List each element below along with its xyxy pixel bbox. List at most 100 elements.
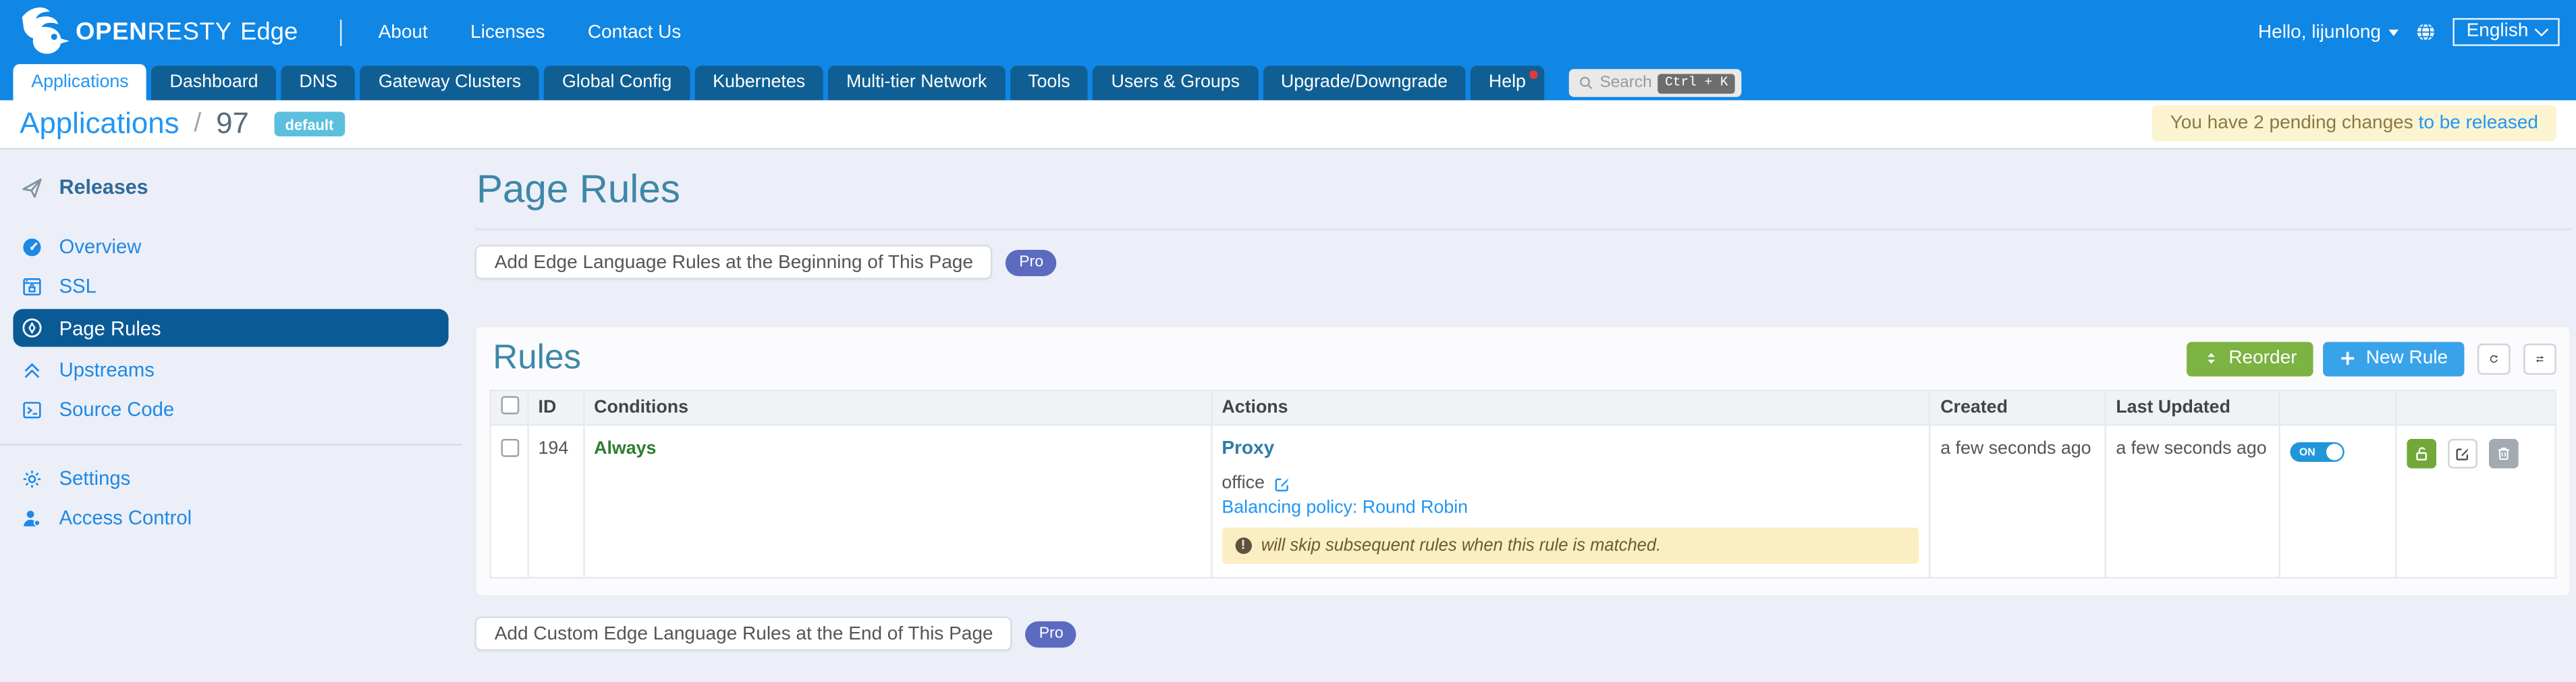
notification-dot bbox=[1530, 71, 1537, 78]
sidebar-item-source-code[interactable]: Source Code bbox=[0, 390, 462, 429]
globe-icon bbox=[2415, 22, 2437, 43]
tab-global-config[interactable]: Global Config bbox=[544, 65, 690, 100]
exclamation-icon: ! bbox=[1235, 537, 1251, 554]
openresty-logo[interactable]: OPENRESTY Edge bbox=[16, 6, 298, 59]
rules-actions: Reorder New Rule bbox=[2186, 341, 2556, 375]
content-area: Releases Overview SSL Page Rules Upstrea… bbox=[0, 150, 2576, 682]
sidebar: Releases Overview SSL Page Rules Upstrea… bbox=[0, 150, 462, 682]
tab-help[interactable]: Help bbox=[1471, 65, 1544, 100]
row-action-buttons bbox=[2407, 439, 2545, 469]
compare-button[interactable] bbox=[2523, 343, 2556, 374]
refresh-icon bbox=[2489, 349, 2499, 367]
rule-conditions: Always bbox=[594, 439, 656, 458]
rule-actions-cell: Proxy office Balancing policy: Round Rob… bbox=[1211, 425, 1930, 577]
header-divider bbox=[341, 19, 342, 45]
breadcrumb: Applications / 97 default bbox=[20, 107, 345, 141]
refresh-button[interactable] bbox=[2477, 343, 2511, 374]
subheader: Applications / 97 default You have 2 pen… bbox=[0, 100, 2576, 149]
sidebar-item-label: Page Rules bbox=[59, 317, 161, 340]
select-all-checkbox[interactable] bbox=[501, 396, 519, 415]
tab-applications[interactable]: Applications bbox=[13, 64, 146, 101]
column-header-actions: Actions bbox=[1211, 390, 1930, 425]
user-icon bbox=[22, 507, 43, 529]
add-edge-rules-beginning-button[interactable]: Add Edge Language Rules at the Beginning… bbox=[475, 245, 993, 280]
sidebar-item-page-rules[interactable]: Page Rules bbox=[13, 309, 448, 347]
tab-dns[interactable]: DNS bbox=[281, 65, 356, 100]
gear-icon bbox=[22, 468, 43, 490]
tab-kubernetes[interactable]: Kubernetes bbox=[694, 65, 823, 100]
sidebar-item-label: Settings bbox=[59, 467, 131, 490]
sidebar-item-access-control[interactable]: Access Control bbox=[0, 498, 462, 537]
header-nav: About Licenses Contact Us bbox=[379, 22, 682, 42]
pro-badge: Pro bbox=[1026, 621, 1076, 647]
column-header-toggle bbox=[2279, 390, 2396, 425]
brand-product: Edge bbox=[240, 18, 298, 46]
breadcrumb-app-id: 97 bbox=[216, 107, 249, 141]
skip-rules-note: ! will skip subsequent rules when this r… bbox=[1222, 527, 1919, 564]
tab-gateway-clusters[interactable]: Gateway Clusters bbox=[360, 65, 539, 100]
delete-rule-button[interactable] bbox=[2489, 439, 2519, 469]
unlock-icon bbox=[2413, 446, 2430, 462]
to-be-released-link[interactable]: to be released bbox=[2419, 113, 2538, 133]
rules-table: ID Conditions Actions Created Last Updat… bbox=[489, 390, 2556, 579]
pending-changes-text: You have 2 pending changes bbox=[2170, 113, 2413, 133]
title-divider bbox=[475, 228, 2571, 230]
sidebar-item-upstreams[interactable]: Upstreams bbox=[0, 350, 462, 390]
top-bar: OPENRESTY Edge About Licenses Contact Us… bbox=[0, 0, 2576, 64]
chevrons-up-icon bbox=[22, 359, 43, 381]
sidebar-item-label: Releases bbox=[59, 176, 148, 199]
rule-created: a few seconds ago bbox=[1929, 425, 2105, 577]
column-header-created: Created bbox=[1929, 390, 2105, 425]
sidebar-item-ssl[interactable]: SSL bbox=[0, 266, 462, 305]
search-input[interactable]: Search Ctrl + K bbox=[1568, 69, 1741, 97]
edit-upstream-icon[interactable] bbox=[1273, 474, 1291, 492]
nav-link-contact-us[interactable]: Contact Us bbox=[588, 22, 681, 42]
table-header-row: ID Conditions Actions Created Last Updat… bbox=[491, 390, 2556, 425]
rules-card-header: Rules Reorder New Rule bbox=[489, 338, 2556, 377]
rule-enabled-toggle[interactable]: ON bbox=[2289, 442, 2343, 462]
tab-users-groups[interactable]: Users & Groups bbox=[1093, 65, 1258, 100]
column-header-buttons bbox=[2396, 390, 2556, 425]
column-header-conditions: Conditions bbox=[583, 390, 1211, 425]
gauge-icon bbox=[22, 236, 43, 257]
brand-name: OPENRESTY bbox=[76, 18, 232, 46]
plus-icon bbox=[2340, 350, 2356, 367]
lock-rule-button[interactable] bbox=[2407, 439, 2437, 469]
sidebar-item-overview[interactable]: Overview bbox=[0, 227, 462, 266]
balancing-policy-link[interactable]: Balancing policy: Round Robin bbox=[1222, 498, 1919, 518]
sidebar-divider bbox=[0, 444, 462, 445]
toggle-on-label: ON bbox=[2299, 447, 2315, 458]
chevron-down-icon bbox=[2535, 22, 2549, 36]
add-edge-rules-end-button[interactable]: Add Custom Edge Language Rules at the En… bbox=[475, 617, 1013, 651]
row-checkbox[interactable] bbox=[501, 439, 519, 457]
tab-multi-tier-network[interactable]: Multi-tier Network bbox=[828, 65, 1005, 100]
column-header-last-updated: Last Updated bbox=[2105, 390, 2278, 425]
new-rule-button[interactable]: New Rule bbox=[2323, 341, 2464, 375]
edit-rule-button[interactable] bbox=[2448, 439, 2478, 469]
nav-link-licenses[interactable]: Licenses bbox=[470, 22, 545, 42]
user-menu[interactable]: Hello, lijunlong bbox=[2258, 22, 2399, 42]
trash-icon bbox=[2496, 446, 2512, 462]
language-selector[interactable]: English bbox=[2453, 18, 2560, 46]
paper-plane-icon bbox=[22, 177, 43, 199]
search-shortcut-badge: Ctrl + K bbox=[1658, 73, 1734, 93]
header-right: Hello, lijunlong English bbox=[2258, 0, 2560, 64]
tab-dashboard[interactable]: Dashboard bbox=[152, 65, 277, 100]
toggle-knob bbox=[2326, 444, 2342, 460]
sidebar-item-label: Overview bbox=[59, 235, 142, 258]
pro-badge: Pro bbox=[1006, 249, 1057, 276]
reorder-button[interactable]: Reorder bbox=[2186, 341, 2313, 375]
breadcrumb-applications-link[interactable]: Applications bbox=[20, 107, 179, 141]
tab-tools[interactable]: Tools bbox=[1010, 65, 1088, 100]
sidebar-item-settings[interactable]: Settings bbox=[0, 458, 462, 498]
ssl-certificate-icon bbox=[22, 276, 43, 297]
tab-upgrade-downgrade[interactable]: Upgrade/Downgrade bbox=[1263, 65, 1466, 100]
sidebar-item-releases[interactable]: Releases bbox=[0, 167, 462, 207]
nav-link-about[interactable]: About bbox=[379, 22, 428, 42]
proxy-action-link[interactable]: Proxy bbox=[1222, 439, 1919, 458]
table-row: 194 Always Proxy office Balancing policy… bbox=[491, 425, 2556, 577]
terminal-icon bbox=[22, 398, 43, 420]
bird-logo-icon bbox=[16, 3, 72, 59]
add-beginning-row: Add Edge Language Rules at the Beginning… bbox=[475, 245, 2571, 280]
edit-icon bbox=[2455, 446, 2471, 462]
